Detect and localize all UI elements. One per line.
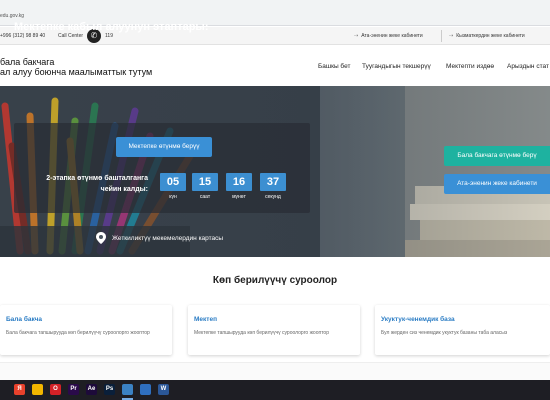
faq-section-title: Көп берилүүчү суроолор xyxy=(212,275,338,286)
site-title-line2[interactable]: ал алуу боюнча маалыматтык тутум xyxy=(0,67,152,77)
card-title: Укуктук-ченемдик база xyxy=(381,316,455,323)
yandex-icon[interactable]: Я xyxy=(14,384,25,395)
site-title-line1[interactable]: бала бакчага xyxy=(0,57,54,67)
photos-icon[interactable] xyxy=(140,384,151,395)
employee-cabinet-label: Кызматкердин жеке кабинети xyxy=(456,33,525,39)
call-center-number: 119 xyxy=(105,33,113,39)
call-center-label: Call Center xyxy=(58,33,84,39)
chrome-icon[interactable] xyxy=(32,384,43,395)
chrome-active-icon[interactable] xyxy=(122,384,133,395)
card-title: Бала бакча xyxy=(6,316,43,323)
apply-kindergarten-button[interactable]: Бала бакчага өтүнмө берү xyxy=(444,146,550,166)
parent-cabinet-link[interactable]: ⇢ Ата-эненин жеке кабинети xyxy=(354,33,423,39)
login-icon: ⇢ xyxy=(449,33,454,39)
login-icon: ⇢ xyxy=(354,33,359,39)
faq-card-legal-base[interactable]: Укуктук-ченемдик база Бул жерден сиз чен… xyxy=(375,305,550,355)
countdown-seconds-unit: секунд xyxy=(265,194,281,200)
apply-school-button[interactable]: Мектепке өтүнмө берүү xyxy=(116,137,212,157)
map-pin-icon xyxy=(96,232,106,244)
card-description: Бул жерден сиз ченемдик укуктук базаны т… xyxy=(381,330,508,336)
countdown-label: 2-этапка өтүнмө башталганга чейин калды: xyxy=(46,175,148,193)
premiere-icon[interactable]: Pr xyxy=(68,384,79,395)
word-icon[interactable]: W xyxy=(158,384,169,395)
countdown-minutes-unit: мүнөт xyxy=(232,194,246,200)
site-header: бала бакчага ал алуу боюнча маалыматтык … xyxy=(0,46,550,86)
nav-application-status[interactable]: Арыздын стат xyxy=(507,63,549,70)
parent-cabinet-button[interactable]: Ата-эненин жеке кабинети xyxy=(444,174,550,194)
card-title: Мектеп xyxy=(194,316,218,323)
countdown-hours-unit: саат xyxy=(199,194,211,200)
countdown-days-unit: күн xyxy=(169,194,177,200)
phone-number: +996 (312) 98 89 40 xyxy=(0,33,46,39)
windows-taskbar xyxy=(0,380,550,400)
countdown-minutes: 16 xyxy=(226,173,252,191)
opera-icon[interactable]: O xyxy=(50,384,61,395)
photoshop-icon[interactable]: Ps xyxy=(104,384,115,395)
page-footer-area xyxy=(0,362,550,380)
countdown-hours: 15 xyxy=(192,173,218,191)
divider xyxy=(441,30,442,42)
card-description: Бала бакчага тапшырууда көп берилүүчү су… xyxy=(6,330,150,336)
countdown-seconds: 37 xyxy=(260,173,286,191)
aftereffects-icon[interactable]: Ae xyxy=(86,384,97,395)
faq-card-school[interactable]: Мектеп Мектепке тапшырууда көп берилүүчү… xyxy=(188,305,360,355)
nav-relation-check[interactable]: Туугандыгын текшерүү xyxy=(362,63,431,70)
faq-card-kindergarten[interactable]: Бала бакча Бала бакчага тапшырууда көп б… xyxy=(0,305,172,355)
countdown-days: 05 xyxy=(160,173,186,191)
hero-title: Мектепке кабыл алуунун этаптары: xyxy=(14,21,209,33)
map-link-label: Жеткиликтүү мекемелердин картасы xyxy=(112,235,224,242)
card-description: Мектепке тапшырууда көп берилүүчү суроол… xyxy=(194,330,329,336)
parent-cabinet-label: Ата-эненин жеке кабинети xyxy=(361,33,423,39)
nav-home[interactable]: Башкы бет xyxy=(318,63,350,70)
nav-school-search[interactable]: Мектепти издөө xyxy=(446,63,494,70)
employee-cabinet-link[interactable]: ⇢ Кызматкердин жеке кабинети xyxy=(449,33,525,39)
